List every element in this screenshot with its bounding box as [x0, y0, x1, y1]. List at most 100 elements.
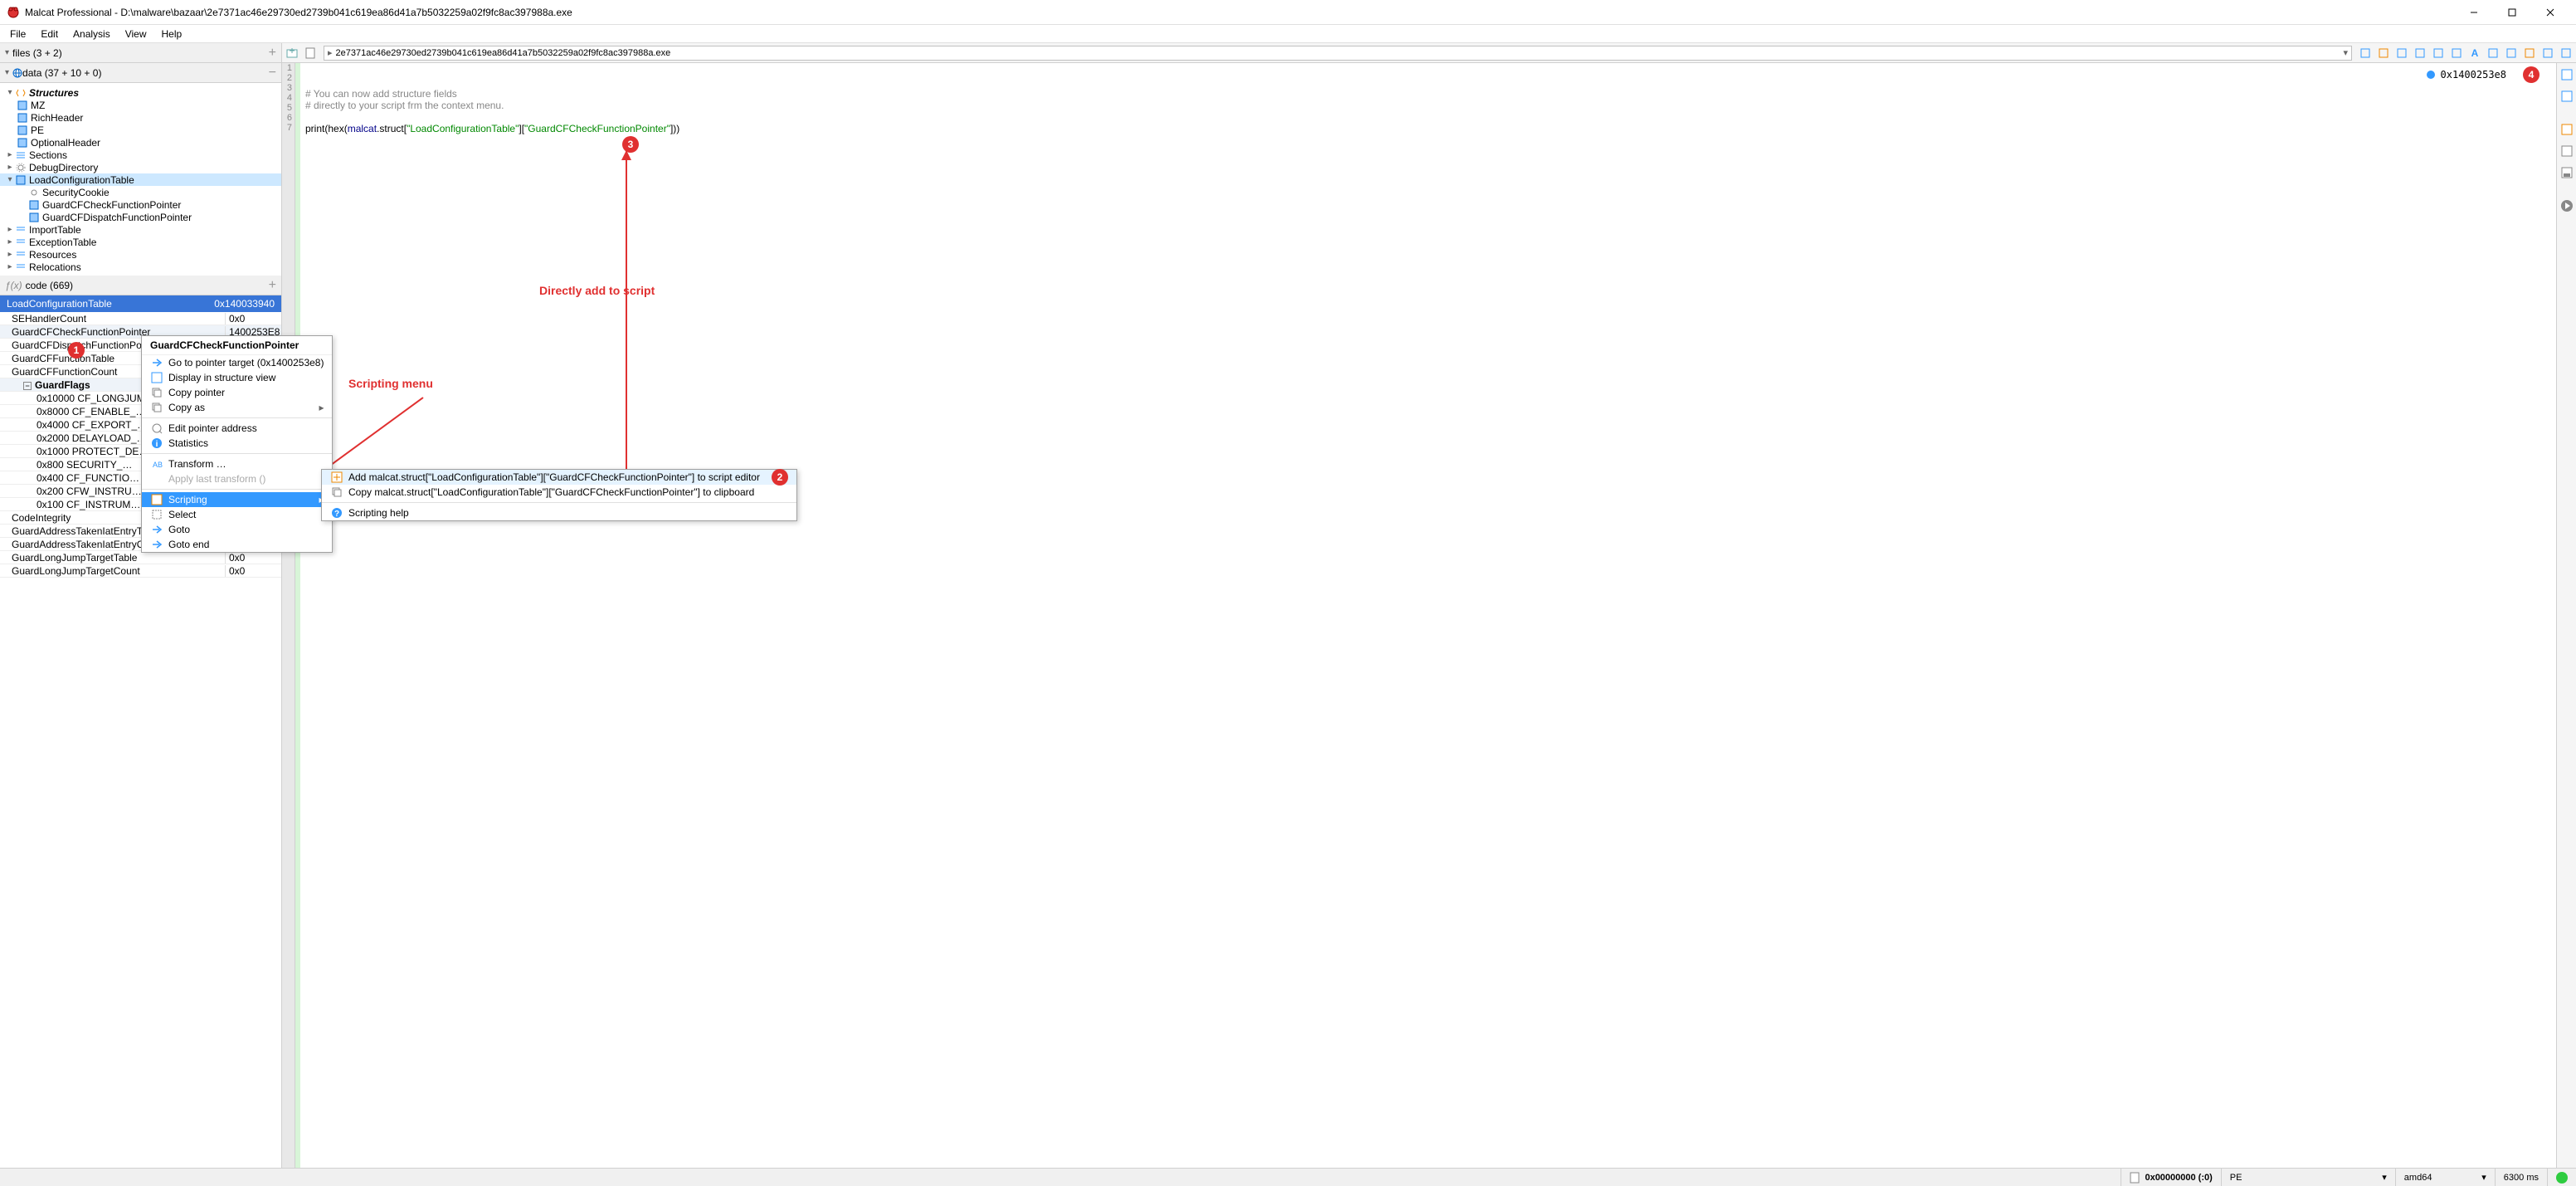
context-menu: GuardCFCheckFunctionPointer Go to pointe…: [141, 335, 333, 553]
submenu-item-copy[interactable]: Copy malcat.struct["LoadConfigurationTab…: [322, 485, 796, 500]
context-menu-item[interactable]: Copy as▸: [142, 400, 332, 415]
struct-icon: [28, 199, 40, 211]
tool-icon[interactable]: [2485, 45, 2501, 61]
tree-item[interactable]: ▸Relocations: [0, 261, 281, 273]
tool-icon[interactable]: [2412, 45, 2428, 61]
add-script-icon: [330, 471, 343, 484]
files-header[interactable]: ▾ files (3 + 2) +: [0, 43, 281, 63]
collapse-icon[interactable]: −: [269, 66, 276, 81]
tree-item[interactable]: ▸ExceptionTable: [0, 236, 281, 248]
rail-icon[interactable]: [2559, 143, 2575, 159]
tree-item[interactable]: PE: [0, 124, 281, 136]
context-menu-item[interactable]: Goto: [142, 522, 332, 537]
tree-item-selected[interactable]: ▾LoadConfigurationTable: [0, 173, 281, 186]
context-menu-item[interactable]: ABTransform …: [142, 456, 332, 471]
context-menu-item[interactable]: Edit pointer address: [142, 421, 332, 436]
annotation-marker-2: 2: [772, 469, 788, 486]
struct-icon: [150, 371, 163, 384]
tree-item[interactable]: ▸ImportTable: [0, 223, 281, 236]
context-menu-item[interactable]: Goto end: [142, 537, 332, 552]
status-format[interactable]: PE▾: [2221, 1169, 2395, 1186]
svg-text:AB: AB: [153, 461, 163, 469]
menu-edit[interactable]: Edit: [34, 27, 65, 41]
menu-file[interactable]: File: [3, 27, 32, 41]
list-icon: [15, 237, 27, 248]
tool-icon[interactable]: [2521, 45, 2538, 61]
rail-icon[interactable]: [2559, 121, 2575, 138]
close-button[interactable]: [2531, 0, 2569, 25]
chevron-right-icon: ▸: [5, 225, 15, 234]
tool-icon[interactable]: [2503, 45, 2520, 61]
chevron-right-icon: ▸: [5, 150, 15, 159]
context-menu-item[interactable]: Go to pointer target (0x1400253e8): [142, 355, 332, 370]
menu-help[interactable]: Help: [155, 27, 189, 41]
editor-side-rail: [2556, 63, 2576, 1168]
submenu-item-help[interactable]: ?Scripting help: [322, 505, 796, 520]
maximize-button[interactable]: [2493, 0, 2531, 25]
code-editor[interactable]: 1234567 # You can now add structure fiel…: [282, 63, 2556, 1168]
context-menu-item[interactable]: Copy pointer: [142, 385, 332, 400]
tree-item[interactable]: GuardCFDispatchFunctionPointer: [0, 211, 281, 223]
marker-icon: [2426, 70, 2436, 80]
tool-icon[interactable]: [2558, 45, 2574, 61]
titlebar: Malcat Professional - D:\malware\bazaar\…: [0, 0, 2576, 25]
context-menu-item[interactable]: Scripting▸: [142, 492, 332, 507]
code-header[interactable]: ƒ(x) code (669) +: [0, 276, 281, 295]
edit-icon: [150, 422, 163, 435]
add-file-icon[interactable]: +: [269, 46, 276, 61]
tool-icon[interactable]: [2393, 45, 2410, 61]
tree-item[interactable]: MZ: [0, 99, 281, 111]
tree-item[interactable]: GuardCFCheckFunctionPointer: [0, 198, 281, 211]
submenu-item-add[interactable]: Add malcat.struct["LoadConfigurationTabl…: [322, 470, 796, 485]
context-menu-item[interactable]: Select: [142, 507, 332, 522]
add-code-icon[interactable]: +: [269, 278, 276, 293]
data-header[interactable]: ▾ data (37 + 10 + 0) −: [0, 63, 281, 83]
menu-view[interactable]: View: [119, 27, 153, 41]
status-ok: [2547, 1169, 2576, 1186]
tool-icon[interactable]: [2375, 45, 2392, 61]
chevron-down-icon: ▾: [5, 88, 15, 97]
file-icon[interactable]: [302, 45, 319, 61]
struct-field-row[interactable]: SEHandlerCount0x0: [0, 312, 281, 325]
chevron-right-icon: ▸: [5, 237, 15, 246]
status-arch[interactable]: amd64▾: [2395, 1169, 2495, 1186]
info-icon: i: [150, 437, 163, 450]
menubar: File Edit Analysis View Help: [0, 25, 2576, 43]
tree-item[interactable]: ▸Sections: [0, 149, 281, 161]
tool-icon[interactable]: [2430, 45, 2447, 61]
tool-A-icon[interactable]: A: [2466, 45, 2483, 61]
new-tab-icon[interactable]: [284, 45, 300, 61]
context-menu-item[interactable]: Display in structure view: [142, 370, 332, 385]
address-bar[interactable]: ▸ 2e7371ac46e29730ed2739b041c619ea86d41a…: [324, 46, 2352, 61]
tree-item[interactable]: OptionalHeader: [0, 136, 281, 149]
rail-icon[interactable]: [2559, 66, 2575, 83]
tree-structures[interactable]: ▾Structures: [0, 86, 281, 99]
menu-analysis[interactable]: Analysis: [66, 27, 117, 41]
tree-item[interactable]: ▸DebugDirectory: [0, 161, 281, 173]
context-menu-item[interactable]: iStatistics: [142, 436, 332, 451]
select-icon: [150, 508, 163, 521]
separator: [142, 417, 332, 418]
tool-icon[interactable]: [2448, 45, 2465, 61]
struct-field-row[interactable]: GuardLongJumpTargetCount0x0: [0, 564, 281, 578]
xform-icon: AB: [150, 457, 163, 471]
copy-icon: [150, 401, 163, 414]
rail-run-icon[interactable]: [2559, 198, 2575, 214]
separator: [322, 502, 796, 503]
minimize-button[interactable]: [2455, 0, 2493, 25]
editor-toolbar: ▸ 2e7371ac46e29730ed2739b041c619ea86d41a…: [282, 43, 2576, 63]
side-address: 0x1400253e8 4: [2426, 66, 2539, 83]
tool-icon[interactable]: [2357, 45, 2374, 61]
script-icon: [150, 493, 163, 506]
struct-field-row[interactable]: GuardLongJumpTargetTable0x0: [0, 551, 281, 564]
struct-icon: [17, 124, 28, 136]
copy-icon: [330, 486, 343, 499]
tree-item[interactable]: SecurityCookie: [0, 186, 281, 198]
dropdown-icon[interactable]: ▾: [2343, 47, 2348, 58]
tree-item[interactable]: ▸Resources: [0, 248, 281, 261]
annotation-scripting-menu: Scripting menu: [348, 377, 433, 390]
rail-save-icon[interactable]: [2559, 164, 2575, 181]
tool-icon[interactable]: [2539, 45, 2556, 61]
tree-item[interactable]: RichHeader: [0, 111, 281, 124]
rail-icon[interactable]: [2559, 88, 2575, 105]
